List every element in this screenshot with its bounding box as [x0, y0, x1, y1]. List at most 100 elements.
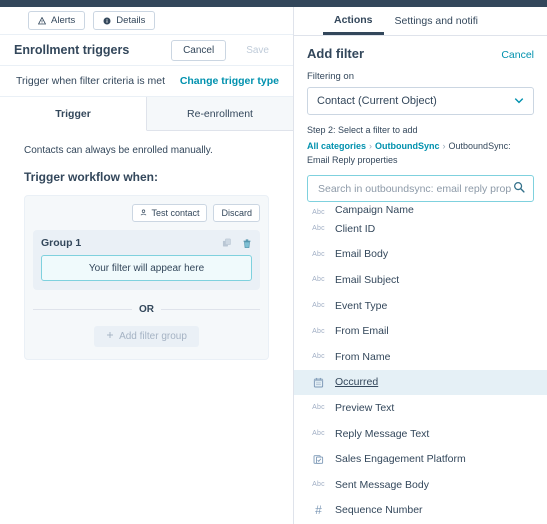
trigger-type-row: Trigger when filter criteria is met Chan… — [0, 66, 293, 97]
top-navigation: Actions Settings and notifi — [294, 7, 547, 36]
calendar-icon — [311, 377, 326, 388]
property-label: Client ID — [335, 222, 376, 235]
warning-icon — [38, 16, 46, 25]
discard-button[interactable]: Discard — [213, 204, 260, 222]
chevron-down-icon — [514, 95, 524, 107]
test-contact-label: Test contact — [151, 208, 200, 218]
abc-icon: Abc — [312, 276, 325, 284]
cancel-button[interactable]: Cancel — [171, 39, 227, 61]
property-label: Sales Engagement Platform — [335, 453, 466, 466]
filter-group-1: Group 1 Your filter will appear here — [33, 230, 260, 290]
step-label: Step 2: Select a filter to add — [307, 125, 418, 135]
property-label: Email Body — [335, 248, 389, 261]
property-label: Campaign Name — [335, 204, 414, 216]
filter-card-toolbar: Test contact Discard — [33, 204, 260, 222]
add-filter-cancel-link[interactable]: Cancel — [501, 49, 534, 61]
section-title: Trigger workflow when: — [24, 170, 159, 184]
info-icon — [103, 17, 111, 25]
number-icon: # — [315, 503, 322, 518]
plus-icon — [106, 331, 114, 342]
add-filter-pane: Actions Settings and notifi Add filter C… — [293, 7, 547, 524]
alerts-button[interactable]: Alerts — [28, 11, 86, 30]
property-row[interactable]: Occurred — [294, 369, 547, 396]
person-icon — [140, 208, 147, 218]
abc-icon: Abc — [312, 353, 325, 361]
abc-icon: Abc — [312, 250, 325, 258]
breadcrumb-outboundsync[interactable]: OutboundSync — [375, 141, 440, 151]
filter-placeholder-slot[interactable]: Your filter will appear here — [41, 255, 252, 281]
search-input[interactable]: Search in outboundsync: email reply prop — [307, 175, 534, 202]
tab-re-enrollment-label: Re-enrollment — [187, 107, 253, 120]
nav-item-settings-and-notifications[interactable]: Settings and notifi — [384, 7, 489, 35]
editor-action-bar: Alerts Details — [0, 7, 293, 34]
nav-item-actions[interactable]: Actions — [323, 7, 384, 35]
top-dark-bar — [0, 0, 547, 7]
filter-group-header: Group 1 — [41, 237, 252, 249]
search-icon[interactable] — [513, 180, 525, 198]
add-filter-title: Add filter — [307, 46, 365, 61]
enrollment-triggers-header: Enrollment triggers Cancel Save — [0, 34, 293, 66]
alerts-label: Alerts — [51, 15, 76, 26]
object-select[interactable]: Contact (Current Object) — [307, 87, 534, 115]
abc-icon: Abc — [312, 430, 325, 438]
abc-icon: Abc — [312, 481, 325, 489]
abc-icon: Abc — [312, 209, 325, 216]
enumeration-icon — [311, 454, 326, 465]
change-trigger-type-link[interactable]: Change trigger type — [180, 75, 279, 87]
filtering-on-label: Filtering on — [307, 71, 354, 82]
trigger-type-text: Trigger when filter criteria is met — [16, 75, 165, 87]
details-button[interactable]: Details — [93, 11, 156, 30]
app-root: Alerts Details Enrollment triggers Cance… — [0, 0, 547, 524]
tab-re-enrollment[interactable]: Re-enrollment — [147, 97, 293, 130]
property-label: Occurred — [335, 376, 379, 389]
property-row[interactable]: # Sequence Number — [294, 498, 547, 524]
property-row[interactable]: Abc From Name — [294, 344, 547, 370]
object-select-value: Contact (Current Object) — [317, 95, 437, 107]
property-list[interactable]: Abc Campaign Name Abc Client ID Abc Email Bod… — [294, 202, 547, 523]
add-filter-panel-body: Add filter Cancel Filtering on Contact (… — [294, 36, 547, 202]
property-row[interactable]: Abc Event Type — [294, 293, 547, 319]
trigger-tab-body: Contacts can always be enrolled manually… — [0, 131, 293, 360]
duplicate-icon[interactable] — [222, 238, 232, 248]
filter-placeholder-label: Your filter will appear here — [88, 262, 205, 274]
property-label: Event Type — [335, 299, 388, 312]
breadcrumb: All categories › OutboundSync › OutboundSync… — [307, 140, 534, 167]
manual-enrollment-note: Contacts can always be enrolled manually… — [24, 145, 213, 156]
property-row[interactable]: Abc Email Subject — [294, 267, 547, 293]
property-row[interactable]: Sales Engagement Platform — [294, 446, 547, 472]
nav-item-settings-label: Settings and notifi — [394, 15, 478, 27]
add-filter-group-label: Add filter group — [119, 331, 187, 342]
or-divider: OR — [33, 302, 260, 316]
abc-icon: Abc — [312, 225, 325, 233]
property-row[interactable]: Abc From Email — [294, 318, 547, 344]
save-button[interactable]: Save — [234, 39, 281, 61]
property-row[interactable]: Abc Reply Message Text — [294, 421, 547, 447]
abc-icon: Abc — [312, 404, 325, 412]
breadcrumb-all-categories[interactable]: All categories — [307, 141, 366, 151]
property-row[interactable]: Abc Campaign Name — [294, 202, 547, 216]
property-row[interactable]: Abc Sent Message Body — [294, 472, 547, 498]
property-row[interactable]: Abc Preview Text — [294, 395, 547, 421]
details-label: Details — [116, 15, 146, 26]
workflow-editor-pane: Alerts Details Enrollment triggers Cance… — [0, 7, 293, 524]
property-label: Email Subject — [335, 273, 400, 286]
add-filter-group-button[interactable]: Add filter group — [94, 326, 199, 347]
property-label: Sent Message Body — [335, 478, 429, 491]
property-label: From Email — [335, 325, 389, 338]
abc-icon: Abc — [312, 327, 325, 335]
property-label: Preview Text — [335, 401, 395, 414]
discard-label: Discard — [221, 208, 252, 218]
test-contact-button[interactable]: Test contact — [132, 204, 208, 222]
property-row[interactable]: Abc Client ID — [294, 216, 547, 242]
tab-trigger[interactable]: Trigger — [0, 97, 147, 131]
property-label: Sequence Number — [335, 504, 423, 517]
property-label: Reply Message Text — [335, 427, 430, 440]
delete-icon[interactable] — [242, 238, 252, 249]
property-row[interactable]: Abc Email Body — [294, 242, 547, 268]
breadcrumb-separator: › — [369, 141, 373, 151]
add-filter-group-row: Add filter group — [33, 326, 260, 347]
add-filter-header: Add filter Cancel — [307, 46, 534, 61]
tab-trigger-label: Trigger — [55, 107, 91, 120]
abc-icon: Abc — [312, 302, 325, 310]
filter-builder-card: Test contact Discard Group 1 Your filter… — [24, 195, 269, 360]
